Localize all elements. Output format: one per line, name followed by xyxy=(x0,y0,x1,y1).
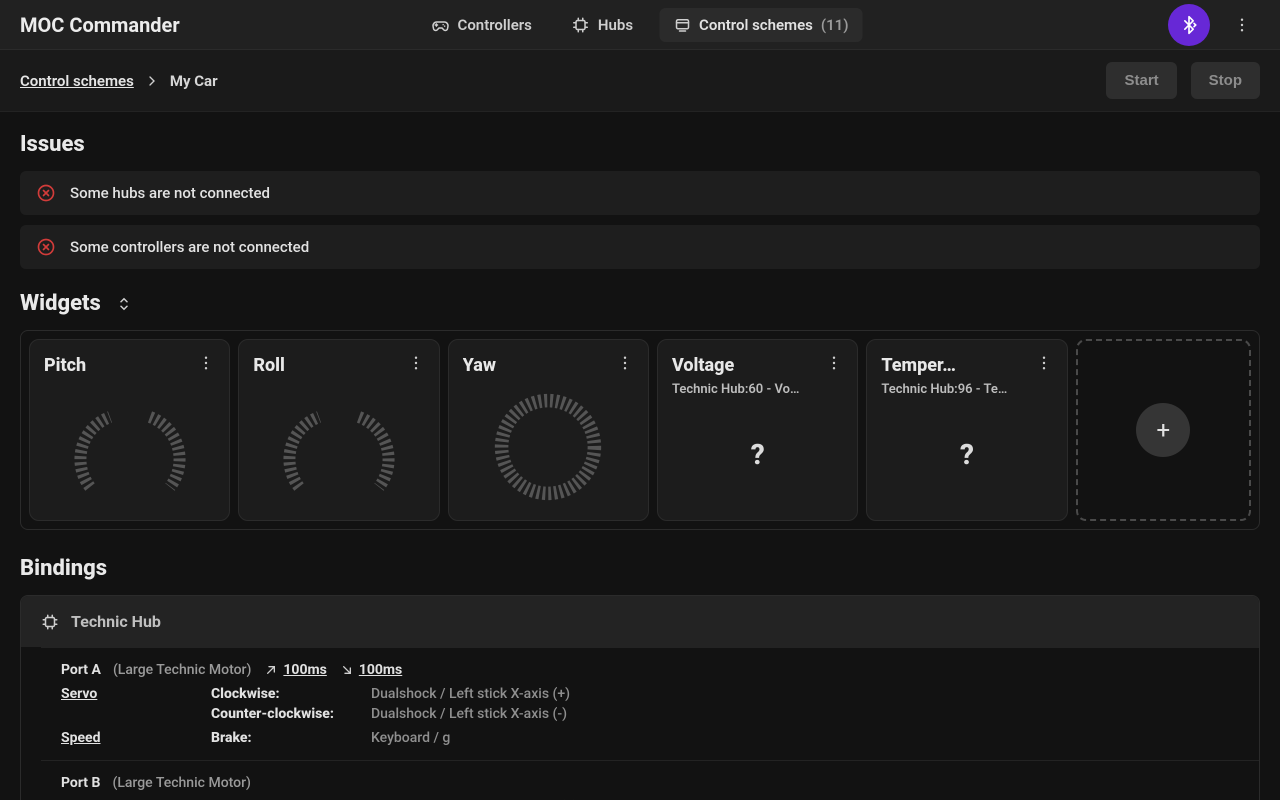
widget-title: Roll xyxy=(253,355,285,376)
mapping-key: Clockwise: xyxy=(211,686,371,702)
binding-port-b: Port B (Large Technic Motor) Speed Forwa… xyxy=(41,760,1259,800)
mapping-value: Keyboard / g xyxy=(371,730,450,746)
widget-title: Voltage xyxy=(672,355,734,376)
arrow-up-right-icon xyxy=(263,662,279,678)
binding-mode-link[interactable]: Servo xyxy=(61,686,97,702)
chevron-right-icon xyxy=(144,73,160,89)
bindings-panel: Technic Hub Port A (Large Technic Motor)… xyxy=(20,595,1260,800)
binding-hub-header[interactable]: Technic Hub xyxy=(21,596,1259,647)
widget-roll: Roll xyxy=(238,339,439,521)
widget-subtitle: Technic Hub:96 - Te… xyxy=(881,382,1052,397)
widget-gauge xyxy=(44,382,215,512)
more-vert-icon xyxy=(197,354,215,372)
bindings-heading: Bindings xyxy=(20,556,1260,581)
issue-text: Some controllers are not connected xyxy=(70,238,309,256)
widget-more-button[interactable] xyxy=(825,354,843,376)
bluetooth-icon xyxy=(1179,15,1199,35)
widget-value: ? xyxy=(960,438,974,471)
widgets-heading: Widgets xyxy=(20,291,101,316)
widgets-grid: Pitch Roll Yaw xyxy=(20,330,1260,530)
more-vert-icon xyxy=(1233,16,1251,34)
nav-hubs-label: Hubs xyxy=(598,16,633,34)
issues-heading: Issues xyxy=(20,132,1260,157)
mapping-key: Counter-clockwise: xyxy=(211,706,371,722)
chip-icon xyxy=(572,16,590,34)
more-vert-icon xyxy=(1035,354,1053,372)
nav-controllers[interactable]: Controllers xyxy=(418,8,546,42)
widget-more-button[interactable] xyxy=(1035,354,1053,376)
gamepad-icon xyxy=(432,16,450,34)
add-widget-card[interactable]: + xyxy=(1076,339,1251,521)
plus-icon: + xyxy=(1156,416,1170,444)
app-more-button[interactable] xyxy=(1224,7,1260,43)
nav-control-schemes[interactable]: Control schemes (11) xyxy=(659,8,862,42)
issue-row: Some hubs are not connected xyxy=(20,171,1260,215)
more-vert-icon xyxy=(825,354,843,372)
port-motor: (Large Technic Motor) xyxy=(112,775,250,791)
mapping-value: Dualshock / Left stick X-axis (-) xyxy=(371,706,570,722)
widget-temperature: Temper… Technic Hub:96 - Te… ? xyxy=(866,339,1067,521)
port-motor: (Large Technic Motor) xyxy=(113,662,251,678)
ramp-up-link[interactable]: 100ms xyxy=(263,662,326,678)
add-widget-button[interactable]: + xyxy=(1136,403,1190,457)
bluetooth-connect-button[interactable] xyxy=(1168,4,1210,46)
widget-gauge xyxy=(253,382,424,512)
more-vert-icon xyxy=(616,354,634,372)
widget-pitch: Pitch xyxy=(29,339,230,521)
scheme-icon xyxy=(673,16,691,34)
widget-subtitle: Technic Hub:60 - Vo… xyxy=(672,382,843,397)
ramp-down-link[interactable]: 100ms xyxy=(339,662,402,678)
binding-port-a: Port A (Large Technic Motor) 100ms 100ms… xyxy=(41,647,1259,760)
port-name: Port B xyxy=(61,775,100,791)
more-vert-icon xyxy=(407,354,425,372)
nav-controllers-label: Controllers xyxy=(458,16,532,34)
start-button[interactable]: Start xyxy=(1106,62,1176,99)
widget-value: ? xyxy=(751,438,765,471)
chip-icon xyxy=(41,613,59,631)
top-navbar: MOC Commander Controllers Hubs Control s… xyxy=(0,0,1280,50)
stop-button[interactable]: Stop xyxy=(1191,62,1260,99)
sub-navbar: Control schemes My Car Start Stop xyxy=(0,50,1280,112)
nav-schemes-label: Control schemes xyxy=(699,16,813,34)
binding-hub-name: Technic Hub xyxy=(71,612,161,631)
error-icon xyxy=(36,183,56,203)
error-icon xyxy=(36,237,56,257)
issue-row: Some controllers are not connected xyxy=(20,225,1260,269)
widget-more-button[interactable] xyxy=(407,354,425,376)
nav-schemes-count: (11) xyxy=(821,16,849,34)
binding-mode-link[interactable]: Speed xyxy=(61,730,101,746)
widget-voltage: Voltage Technic Hub:60 - Vo… ? xyxy=(657,339,858,521)
widget-yaw: Yaw xyxy=(448,339,649,521)
breadcrumb-current: My Car xyxy=(170,72,218,90)
breadcrumb-parent-link[interactable]: Control schemes xyxy=(20,72,134,90)
arrow-down-right-icon xyxy=(339,662,355,678)
port-name: Port A xyxy=(61,662,101,678)
widget-title: Temper… xyxy=(881,355,956,376)
unfold-icon xyxy=(115,295,133,313)
widget-more-button[interactable] xyxy=(616,354,634,376)
issue-text: Some hubs are not connected xyxy=(70,184,270,202)
widget-title: Yaw xyxy=(463,355,496,376)
widget-title: Pitch xyxy=(44,355,86,376)
widget-gauge xyxy=(463,382,634,512)
nav-hubs[interactable]: Hubs xyxy=(558,8,647,42)
app-title: MOC Commander xyxy=(20,13,180,37)
mapping-value: Dualshock / Left stick X-axis (+) xyxy=(371,686,570,702)
main-content: Issues Some hubs are not connected Some … xyxy=(0,112,1280,800)
widgets-toggle-button[interactable] xyxy=(115,295,133,313)
breadcrumb: Control schemes My Car xyxy=(20,72,218,90)
widget-more-button[interactable] xyxy=(197,354,215,376)
mapping-key: Brake: xyxy=(211,730,371,746)
